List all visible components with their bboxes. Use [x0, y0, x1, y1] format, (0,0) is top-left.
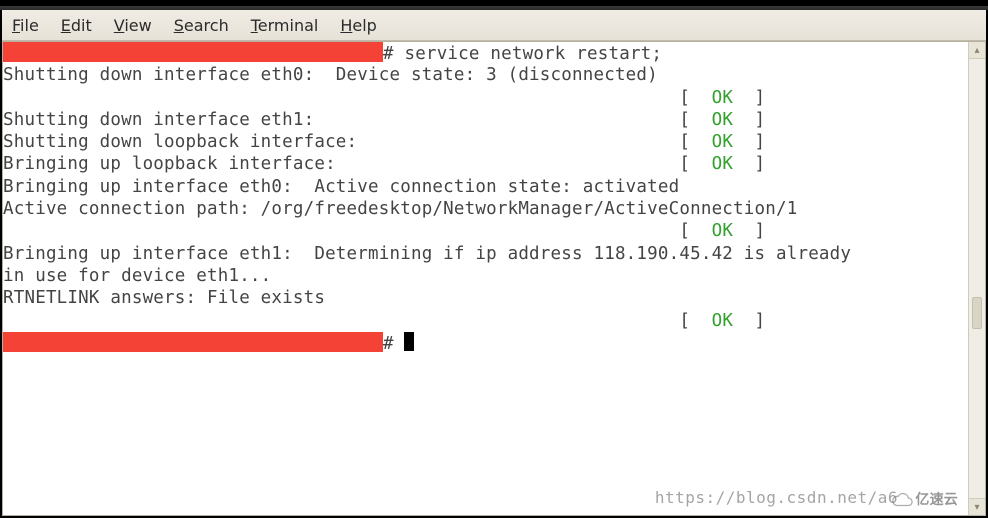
prompt-suffix-1: # — [383, 44, 404, 64]
pad-8 — [3, 221, 647, 241]
lb3: [ — [679, 110, 711, 130]
rb12: ] — [733, 311, 765, 331]
txt4: Shutting down loopback interface: — [3, 132, 647, 152]
redacted-hostname-2 — [3, 332, 383, 352]
lb8: [ — [679, 221, 711, 241]
output-line-9: Bringing up interface eth1: Determining … — [3, 243, 968, 265]
scrollbar-up-arrow[interactable]: ▴ — [969, 42, 985, 59]
output-line-4: Shutting down loopback interface: [ OK ] — [3, 131, 968, 153]
output-line-11: RTNETLINK answers: File exists — [3, 287, 968, 309]
redacted-hostname-1 — [3, 42, 383, 62]
ok-12: OK — [712, 311, 733, 331]
terminal-frame: # service network restart; Shutting down… — [2, 41, 986, 516]
output-line-2: [ OK ] — [3, 87, 968, 109]
scrollbar-down-arrow[interactable]: ▾ — [969, 498, 985, 515]
lb12: [ — [679, 311, 711, 331]
menu-terminal[interactable]: Terminal — [251, 16, 319, 35]
output-line-6: Bringing up interface eth0: Active conne… — [3, 176, 968, 198]
rb2: ] — [733, 88, 765, 108]
lb5: [ — [679, 154, 711, 174]
menubar: File Edit View Search Terminal Help — [2, 10, 986, 41]
ok-2: OK — [712, 88, 733, 108]
terminal-window: File Edit View Search Terminal Help # se… — [0, 0, 988, 518]
vertical-scrollbar[interactable]: ▴ ▾ — [968, 42, 985, 515]
output-line-3: Shutting down interface eth1: [ OK ] — [3, 109, 968, 131]
command-text: service network restart; — [404, 44, 662, 64]
output-line-10: in use for device eth1... — [3, 265, 968, 287]
ok-3: OK — [712, 110, 733, 130]
scrollbar-thumb[interactable] — [972, 297, 982, 329]
cursor — [404, 332, 414, 351]
terminal-output[interactable]: # service network restart; Shutting down… — [3, 42, 968, 515]
ok-4: OK — [712, 132, 733, 152]
menu-view[interactable]: View — [114, 16, 152, 35]
output-line-1: Shutting down interface eth0: Device sta… — [3, 64, 968, 86]
ok-8: OK — [712, 221, 733, 241]
rb3: ] — [733, 110, 765, 130]
cloud-icon — [891, 489, 913, 511]
output-line-7: Active connection path: /org/freedesktop… — [3, 198, 968, 220]
menu-edit[interactable]: Edit — [61, 16, 92, 35]
lb2: [ — [679, 88, 711, 108]
rb5: ] — [733, 154, 765, 174]
lb4: [ — [679, 132, 711, 152]
rb4: ] — [733, 132, 765, 152]
watermark-logo-text: 亿速云 — [915, 489, 958, 511]
watermark-logo: 亿速云 — [891, 489, 958, 511]
watermark-text: https://blog.csdn.net/a6 — [655, 487, 898, 509]
prompt-suffix-2: # — [383, 334, 404, 354]
output-line-12: [ OK ] — [3, 310, 968, 332]
prompt-line-2: # — [3, 332, 968, 354]
txt3: Shutting down interface eth1: — [3, 110, 647, 130]
pad-12 — [3, 311, 647, 331]
txt5: Bringing up loopback interface: — [3, 154, 647, 174]
pad-2 — [3, 88, 647, 108]
prompt-line-1: # service network restart; — [3, 42, 968, 64]
output-line-8: [ OK ] — [3, 220, 968, 242]
menu-help[interactable]: Help — [340, 16, 376, 35]
rb8: ] — [733, 221, 765, 241]
output-line-5: Bringing up loopback interface: [ OK ] — [3, 153, 968, 175]
menu-search[interactable]: Search — [174, 16, 229, 35]
ok-5: OK — [712, 154, 733, 174]
menu-file[interactable]: File — [12, 16, 39, 35]
